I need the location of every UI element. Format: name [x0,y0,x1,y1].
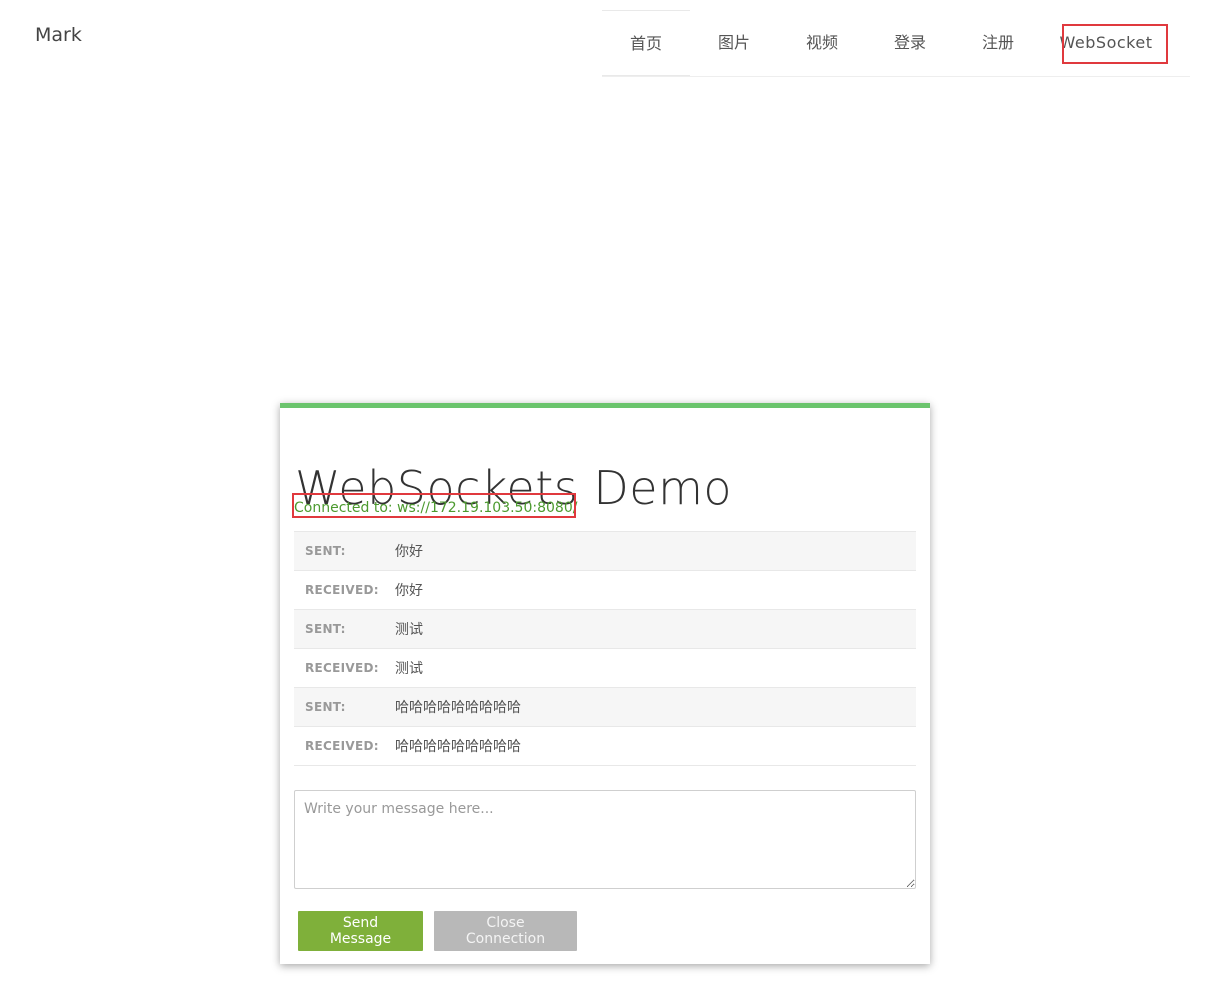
websocket-demo-card: WebSockets Demo Connected to: ws://172.1… [280,403,930,964]
nav-item-home[interactable]: 首页 [602,10,690,76]
list-item: RECEIVED: 你好 [294,571,916,610]
nav-item-images[interactable]: 图片 [690,10,778,76]
message-kind: RECEIVED: [305,661,379,675]
message-kind: SENT: [305,544,346,558]
list-item: RECEIVED: 哈哈哈哈哈哈哈哈哈 [294,727,916,766]
site-brand[interactable]: Mark [35,24,82,46]
connection-status: Connected to: ws://172.19.103.50:8080/ [294,500,578,516]
message-text: 哈哈哈哈哈哈哈哈哈 [395,739,521,755]
message-text: 你好 [395,544,423,560]
message-kind: SENT: [305,700,346,714]
list-item: SENT: 哈哈哈哈哈哈哈哈哈 [294,688,916,727]
message-text: 哈哈哈哈哈哈哈哈哈 [395,700,521,716]
nav-item-login[interactable]: 登录 [866,10,954,76]
message-text: 测试 [395,622,423,638]
message-kind: SENT: [305,622,346,636]
main-nav: 首页 图片 视频 登录 注册 WebSocket [602,10,1190,77]
list-item: SENT: 你好 [294,532,916,571]
message-text: 测试 [395,661,423,677]
message-list: SENT: 你好 RECEIVED: 你好 SENT: 测试 RECEIVED:… [294,531,916,766]
nav-item-videos[interactable]: 视频 [778,10,866,76]
message-kind: RECEIVED: [305,739,379,753]
close-connection-button[interactable]: Close Connection [434,911,577,951]
message-input[interactable] [294,790,916,889]
send-message-button[interactable]: Send Message [298,911,423,951]
list-item: SENT: 测试 [294,610,916,649]
message-kind: RECEIVED: [305,583,379,597]
list-item: RECEIVED: 测试 [294,649,916,688]
message-text: 你好 [395,583,423,599]
nav-item-register[interactable]: 注册 [954,10,1042,76]
nav-item-websocket[interactable]: WebSocket [1042,10,1170,76]
